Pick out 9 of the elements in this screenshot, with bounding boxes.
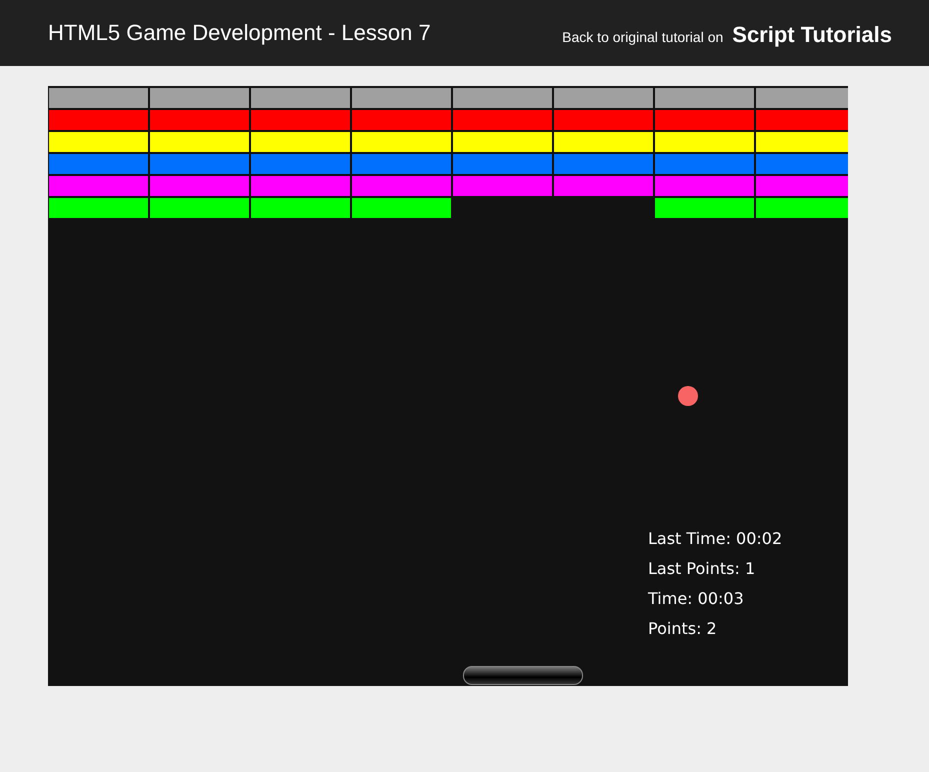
stat-text: Time: 00:03 xyxy=(648,588,745,610)
stat-text: Points: 2 xyxy=(648,618,718,640)
stat-text: Last Time: 00:02 xyxy=(648,528,782,550)
back-text: Back to original tutorial on xyxy=(562,29,724,45)
page-title: HTML5 Game Development - Lesson 7 xyxy=(48,20,431,46)
ball xyxy=(678,386,698,406)
stat-text: Last Points: 1 xyxy=(648,558,756,580)
script-tutorials-link[interactable]: Script Tutorials xyxy=(732,22,892,48)
paddle[interactable] xyxy=(463,666,583,685)
